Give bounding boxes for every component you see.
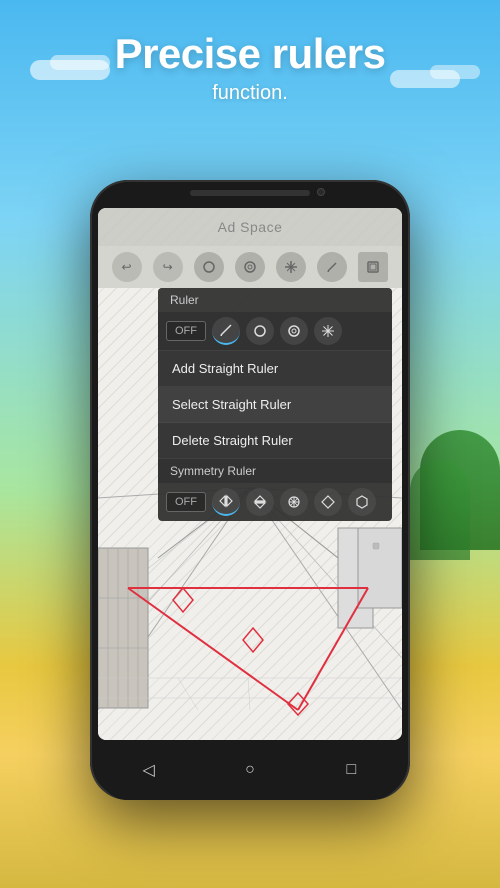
hex-symmetry-icon[interactable] [348,488,376,516]
symmetry-icons-row: OFF [158,483,392,521]
circle-ruler-icon[interactable] [246,317,274,345]
ruler-dropdown-menu: Ruler OFF [158,288,392,521]
tree-right-2 [410,460,470,560]
perspective-symmetry-icon[interactable] [314,488,342,516]
ruler-icons-row: OFF [158,312,392,351]
main-title: Precise rulers [0,30,500,78]
select-straight-ruler-item[interactable]: Select Straight Ruler [158,387,392,423]
add-straight-ruler-item[interactable]: Add Straight Ruler [158,351,392,387]
redo-button[interactable]: ↪ [153,252,183,282]
ruler-section-label: Ruler [158,288,392,312]
pen-button[interactable] [317,252,347,282]
navigation-bar: ◁ ○ □ [98,740,402,800]
pencil-ruler-icon[interactable] [212,317,240,345]
vertical-symmetry-icon[interactable] [212,488,240,516]
horizontal-symmetry-icon[interactable] [246,488,274,516]
ruler-off-button[interactable]: OFF [166,321,206,341]
radial-ruler-icon[interactable] [314,317,342,345]
symmetry-off-button[interactable]: OFF [166,492,206,512]
concentric-ruler-icon[interactable] [280,317,308,345]
back-button[interactable]: ◁ [129,750,169,790]
undo-button[interactable]: ↩ [112,252,142,282]
toolbar-btn-5[interactable] [276,252,306,282]
layers-button[interactable] [358,252,388,282]
phone-screen: Ad Space ↩ ↪ [98,208,402,740]
home-button[interactable]: ○ [230,750,270,790]
ad-space-bar: Ad Space [98,208,402,246]
toolbar-btn-3[interactable] [194,252,224,282]
title-area: Precise rulers function. [0,30,500,105]
sub-title: function. [0,82,500,105]
symmetry-section-label: Symmetry Ruler [158,459,392,483]
recent-apps-button[interactable]: □ [331,750,371,790]
phone-speaker [190,190,310,196]
phone-device: Ad Space ↩ ↪ [90,180,410,800]
radial-symmetry-icon[interactable] [280,488,308,516]
delete-straight-ruler-item[interactable]: Delete Straight Ruler [158,423,392,459]
phone-camera [317,188,325,196]
toolbar[interactable]: ↩ ↪ [98,246,402,288]
toolbar-btn-4[interactable] [235,252,265,282]
ad-space-text: Ad Space [218,219,283,235]
